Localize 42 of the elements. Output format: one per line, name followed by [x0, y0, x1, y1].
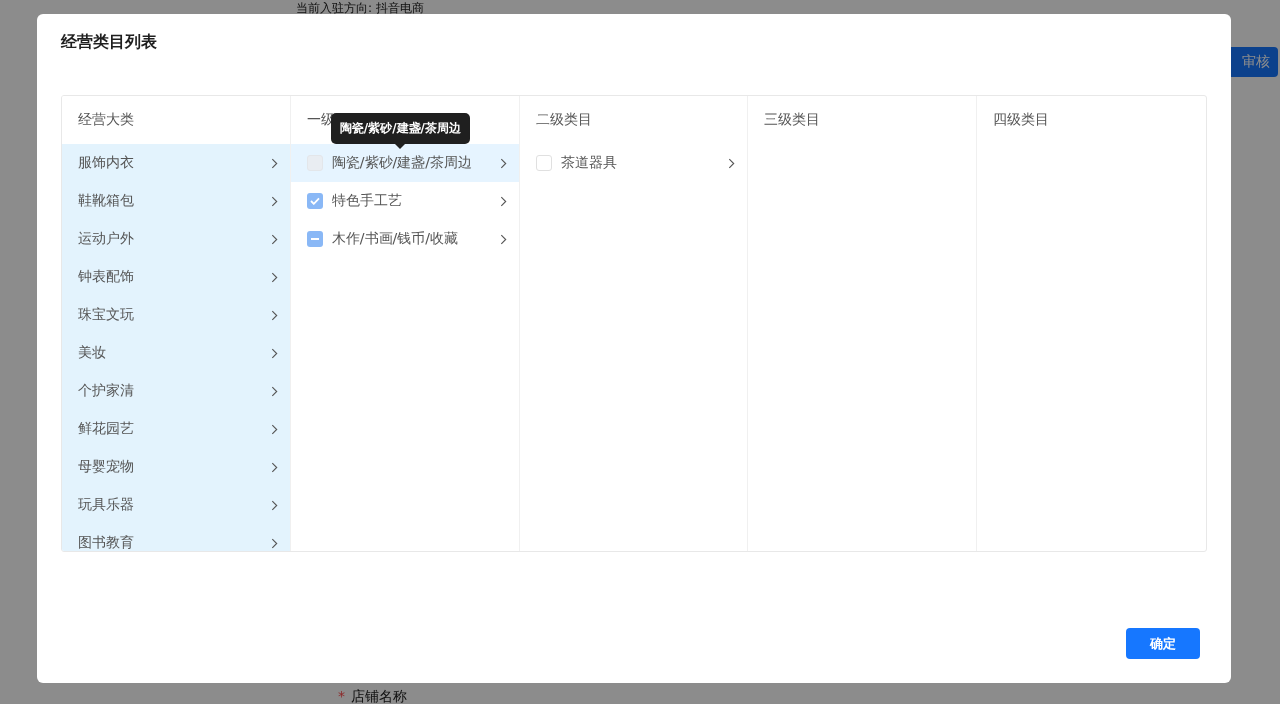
chevron-right-icon: [270, 271, 278, 283]
category-item[interactable]: 钟表配饰: [62, 258, 290, 296]
chevron-right-icon: [270, 195, 278, 207]
chevron-right-icon: [270, 499, 278, 511]
category-item[interactable]: 图书教育: [62, 524, 290, 551]
checkbox[interactable]: [306, 193, 323, 209]
category-item[interactable]: 茶道器具: [519, 144, 748, 182]
checkbox[interactable]: [535, 155, 552, 171]
chevron-right-icon: [728, 157, 736, 169]
checkbox[interactable]: [306, 231, 323, 247]
tooltip-pointer-icon: [395, 144, 406, 149]
category-item[interactable]: 服饰内衣: [62, 144, 290, 182]
chevron-right-icon: [499, 195, 507, 207]
column-header: 三级类目: [764, 111, 821, 129]
chevron-right-icon: [270, 347, 278, 359]
category-item[interactable]: 鲜花园艺: [62, 410, 290, 448]
chevron-right-icon: [270, 233, 278, 245]
required-mark: *: [338, 688, 345, 704]
category-item[interactable]: 母婴宠物: [62, 448, 290, 486]
category-item[interactable]: 特色手工艺: [290, 182, 519, 220]
column-header: 二级类目: [535, 111, 592, 129]
chevron-right-icon: [270, 385, 278, 397]
category-item[interactable]: 美妆: [62, 334, 290, 372]
category-item[interactable]: 木作/书画/钱币/收藏: [290, 220, 519, 258]
category-item[interactable]: 珠宝文玩: [62, 296, 290, 334]
chevron-right-icon: [499, 157, 507, 169]
category-item[interactable]: 个护家清: [62, 372, 290, 410]
chevron-right-icon: [270, 461, 278, 473]
column-header: 四级类目: [993, 111, 1050, 129]
chevron-right-icon: [270, 537, 278, 549]
confirm-button[interactable]: 确定: [1126, 628, 1200, 659]
category-item[interactable]: 鞋靴箱包: [62, 182, 290, 220]
direction-text: 当前入驻方向: 抖音电商: [296, 1, 424, 15]
chevron-right-icon: [270, 423, 278, 435]
dialog-title: 经营类目列表: [61, 32, 158, 53]
field-label: 店铺名称: [351, 688, 407, 704]
column-header: 经营大类: [78, 111, 134, 129]
chevron-right-icon: [270, 157, 278, 169]
chevron-right-icon: [499, 233, 507, 245]
chevron-right-icon: [270, 309, 278, 321]
category-item[interactable]: 运动户外: [62, 220, 290, 258]
category-item[interactable]: 玩具乐器: [62, 486, 290, 524]
